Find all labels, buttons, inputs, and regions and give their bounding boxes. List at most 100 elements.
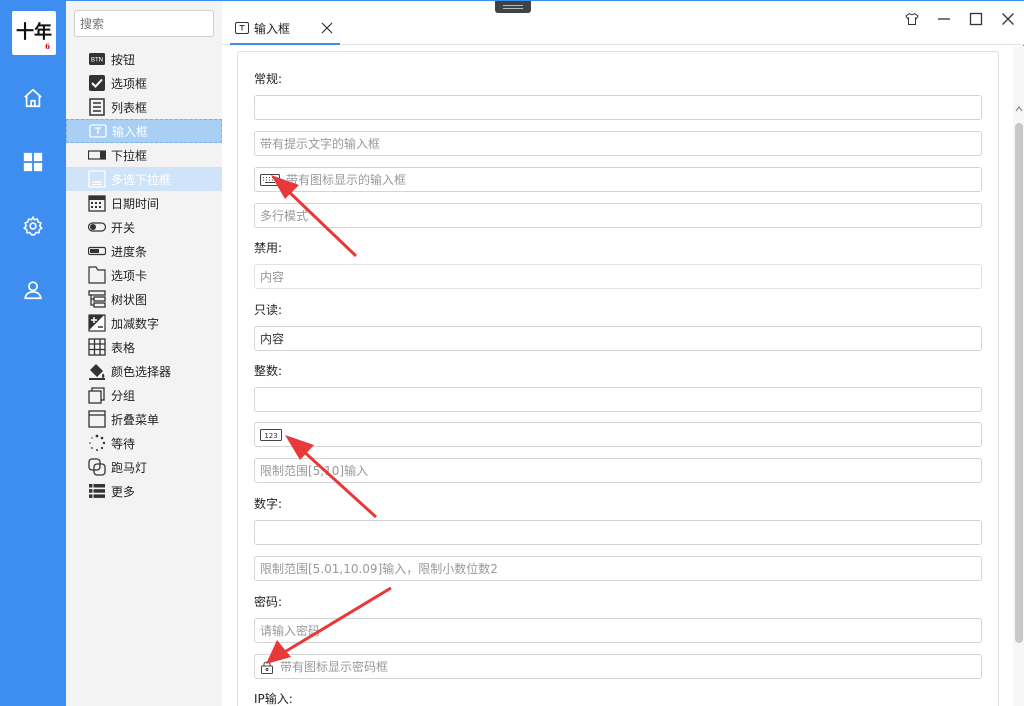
disabled-value: 内容 — [260, 270, 285, 284]
svg-text:BTN: BTN — [91, 57, 103, 64]
sidebar-item-progress[interactable]: 进度条 — [66, 239, 222, 263]
tab-textbox[interactable]: 输入框 — [230, 13, 340, 45]
logo-text: 十年 — [16, 22, 52, 43]
sidebar-item-table[interactable]: 表格 — [66, 335, 222, 359]
sidebar-item-button[interactable]: BTN 按钮 — [66, 47, 222, 71]
content-area: 常规: 带有提示文字的输入框 带有图标显示的输入框 多行模式 禁用: 内容 只读… — [222, 46, 1024, 706]
calendar-icon — [88, 194, 106, 212]
spinner-icon — [88, 434, 106, 452]
sidebar-item-label: 列表框 — [111, 100, 148, 115]
number-input[interactable] — [254, 520, 982, 545]
ip-label: IP输入: — [254, 692, 293, 706]
dropdown-icon — [88, 146, 106, 164]
svg-text:123: 123 — [264, 432, 277, 440]
sidebar-item-waiting[interactable]: 等待 — [66, 431, 222, 455]
hint-placeholder: 带有提示文字的输入框 — [260, 137, 381, 151]
readonly-input[interactable]: 内容 — [254, 326, 982, 351]
sidebar-item-label: 分组 — [111, 388, 136, 403]
number-label: 数字: — [254, 497, 283, 511]
sidebar-item-collapse-menu[interactable]: 折叠菜单 — [66, 407, 222, 431]
readonly-value: 内容 — [260, 332, 285, 346]
disabled-label: 禁用: — [254, 241, 283, 255]
progress-icon — [88, 242, 106, 260]
sidebar-item-label: 更多 — [111, 484, 136, 499]
top-bar: 输入框 — [222, 1, 1024, 45]
multiline-placeholder: 多行模式 — [260, 209, 309, 223]
multiselect-icon — [88, 170, 106, 188]
sidebar-item-tree[interactable]: 树状图 — [66, 287, 222, 311]
sidebar-item-datetime[interactable]: 日期时间 — [66, 191, 222, 215]
logo-sub: 6 — [45, 42, 50, 51]
tab-label: 输入框 — [254, 21, 291, 36]
sidebar-item-label: 选项卡 — [111, 268, 148, 283]
readonly-label: 只读: — [254, 303, 283, 317]
paint-bucket-icon — [88, 362, 106, 380]
scrollbar-thumb[interactable] — [1015, 123, 1023, 643]
icon-placeholder: 带有图标显示的输入框 — [286, 173, 407, 187]
sidebar-item-more[interactable]: 更多 — [66, 479, 222, 503]
sidebar-item-tab[interactable]: 选项卡 — [66, 263, 222, 287]
sidebar-item-label: 开关 — [111, 220, 136, 235]
number-123-icon: 123 — [260, 428, 282, 442]
integer-label: 整数: — [254, 364, 283, 378]
password-icon-input[interactable]: 带有图标显示密码框 — [254, 654, 982, 679]
maximize-icon[interactable] — [965, 8, 987, 30]
checkbox-icon — [88, 74, 106, 92]
tab-icon — [88, 266, 106, 284]
multiline-input[interactable]: 多行模式 — [254, 203, 982, 228]
sidebar-item-marquee[interactable]: 跑马灯 — [66, 455, 222, 479]
toggle-icon — [88, 218, 106, 236]
sidebar-item-label: 折叠菜单 — [111, 412, 160, 427]
user-icon[interactable] — [17, 274, 49, 306]
number-range-input[interactable]: 限制范围[5.01,10.09]输入，限制小数位数2 — [254, 556, 982, 581]
minimize-icon[interactable] — [933, 8, 955, 30]
sidebar-item-checkbox[interactable]: 选项框 — [66, 71, 222, 95]
marquee-icon — [88, 458, 106, 476]
more-icon — [88, 482, 106, 500]
home-icon[interactable] — [17, 82, 49, 114]
sidebar-item-group[interactable]: 分组 — [66, 383, 222, 407]
sidebar-item-multiselect[interactable]: 多选下拉框 — [66, 167, 222, 191]
listbox-icon — [88, 98, 106, 116]
close-icon[interactable] — [997, 8, 1019, 30]
integer-range-placeholder: 限制范围[5,10]输入 — [260, 464, 369, 478]
dashboard-icon[interactable] — [17, 146, 49, 178]
normal-label: 常规: — [254, 72, 283, 86]
btn-icon: BTN — [88, 50, 106, 68]
normal-input[interactable] — [254, 95, 982, 120]
sidebar-item-label: 进度条 — [111, 244, 148, 259]
skin-icon[interactable] — [901, 8, 923, 30]
tree-icon — [88, 290, 106, 308]
plusminus-icon — [88, 314, 106, 332]
integer-range-input[interactable]: 限制范围[5,10]输入 — [254, 458, 982, 483]
scroll-up-icon[interactable] — [1015, 105, 1023, 113]
integer-icon-input[interactable]: 123 — [254, 422, 982, 447]
sidebar-item-listbox[interactable]: 列表框 — [66, 95, 222, 119]
sidebar-item-label: 树状图 — [111, 292, 148, 307]
integer-input[interactable] — [254, 387, 982, 412]
sidebar-item-textbox[interactable]: 输入框 — [66, 119, 222, 143]
number-range-placeholder: 限制范围[5.01,10.09]输入，限制小数位数2 — [260, 562, 498, 576]
sidebar-item-plusminus[interactable]: 加减数字 — [66, 311, 222, 335]
sidebar-item-colorpicker[interactable]: 颜色选择器 — [66, 359, 222, 383]
sidebar-item-label: 多选下拉框 — [111, 172, 172, 187]
settings-icon[interactable] — [17, 210, 49, 242]
sidebar-item-label: 颜色选择器 — [111, 364, 172, 379]
tab-close-icon[interactable] — [320, 21, 334, 35]
sidebar-item-label: 按钮 — [111, 52, 136, 67]
sidebar-item-dropdown[interactable]: 下拉框 — [66, 143, 222, 167]
search-input[interactable] — [74, 10, 214, 37]
sidebar-item-toggle[interactable]: 开关 — [66, 215, 222, 239]
table-icon — [88, 338, 106, 356]
password-label: 密码: — [254, 595, 283, 609]
collapse-menu-icon — [88, 410, 106, 428]
drag-handle[interactable] — [495, 1, 531, 13]
password-icon-placeholder: 带有图标显示密码框 — [280, 660, 389, 674]
password-input[interactable]: 请输入密码 — [254, 618, 982, 643]
icon-input[interactable]: 带有图标显示的输入框 — [254, 167, 982, 192]
sidebar: BTN 按钮 选项框 列表框 输入框 下拉框 多选下拉框 — [66, 1, 222, 706]
app-logo: 十年 6 — [12, 11, 56, 55]
hint-input[interactable]: 带有提示文字的输入框 — [254, 131, 982, 156]
disabled-input: 内容 — [254, 264, 982, 289]
textbox-icon — [235, 22, 249, 34]
